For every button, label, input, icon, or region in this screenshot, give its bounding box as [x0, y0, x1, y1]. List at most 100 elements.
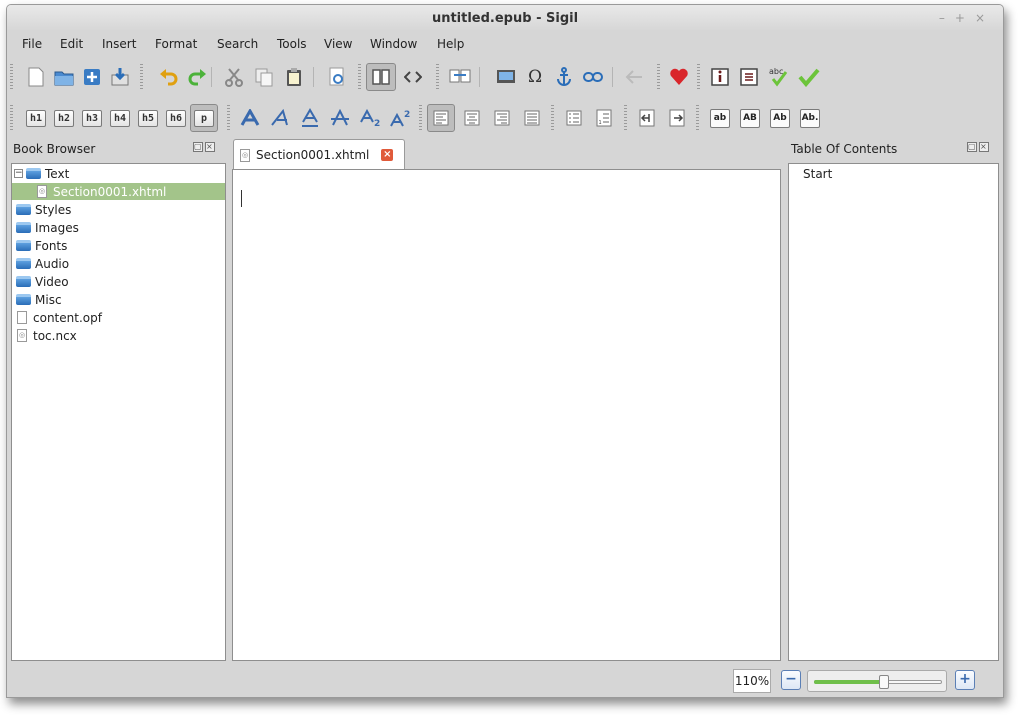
toolbar-grip[interactable]	[551, 105, 554, 131]
toc-editor-icon[interactable]	[736, 64, 762, 90]
paragraph-button[interactable]: p	[190, 104, 218, 132]
svg-text:2: 2	[374, 119, 380, 127]
menu-window[interactable]: Window	[370, 37, 417, 51]
xhtml-file-icon: ◎	[240, 148, 250, 162]
tree-folder-video[interactable]: Video	[12, 273, 225, 290]
donate-heart-icon[interactable]	[666, 64, 692, 90]
collapse-icon[interactable]: −	[14, 169, 23, 178]
lowercase-button[interactable]: ab	[707, 105, 733, 131]
numbered-list-icon[interactable]: 1	[591, 105, 617, 131]
minimize-button[interactable]: –	[939, 11, 955, 25]
superscript-icon[interactable]: 2	[387, 105, 413, 131]
toolbar-grip[interactable]	[419, 105, 422, 131]
split-merge-icon[interactable]	[447, 64, 473, 90]
zoom-slider[interactable]	[807, 670, 947, 692]
menu-edit[interactable]: Edit	[60, 37, 83, 51]
menu-format[interactable]: Format	[155, 37, 197, 51]
align-left-icon[interactable]	[427, 104, 455, 132]
bold-icon[interactable]	[237, 105, 263, 131]
book-view-icon[interactable]	[366, 63, 396, 91]
tree-folder-images[interactable]: Images	[12, 219, 225, 236]
book-view-editor[interactable]	[232, 169, 781, 661]
close-panel-icon[interactable]: ×	[205, 142, 215, 152]
align-center-icon[interactable]	[459, 105, 485, 131]
strikethrough-icon[interactable]	[327, 105, 353, 131]
toolbar-grip[interactable]	[697, 64, 700, 90]
paste-icon[interactable]	[281, 64, 307, 90]
toolbar-grip[interactable]	[624, 105, 627, 131]
maximize-button[interactable]: +	[955, 11, 975, 25]
capitalize-button[interactable]: Ab.	[797, 105, 823, 131]
code-view-icon[interactable]	[400, 64, 426, 90]
tree-file-section0001[interactable]: ◎ Section0001.xhtml	[12, 183, 225, 200]
float-panel-icon[interactable]: ▢	[967, 142, 977, 152]
align-right-icon[interactable]	[489, 105, 515, 131]
new-file-icon[interactable]	[23, 64, 49, 90]
close-window-button[interactable]: ×	[975, 11, 995, 25]
heading-4-button[interactable]: h4	[107, 105, 133, 131]
menu-search[interactable]: Search	[217, 37, 258, 51]
zoom-in-button[interactable]: +	[955, 670, 975, 690]
tree-file-content-opf[interactable]: content.opf	[12, 309, 225, 326]
close-panel-icon[interactable]: ×	[979, 142, 989, 152]
undo-icon[interactable]	[155, 64, 181, 90]
tree-folder-styles[interactable]: Styles	[12, 201, 225, 218]
bullet-list-icon[interactable]	[561, 105, 587, 131]
toolbar-grip[interactable]	[10, 105, 13, 131]
close-tab-icon[interactable]: ×	[381, 149, 394, 161]
toolbar-grip[interactable]	[657, 64, 660, 90]
toolbar-grip[interactable]	[140, 64, 143, 90]
metadata-editor-icon[interactable]	[707, 64, 733, 90]
validate-check-icon[interactable]	[796, 64, 822, 90]
menu-insert[interactable]: Insert	[102, 37, 136, 51]
cut-icon[interactable]	[221, 64, 247, 90]
subscript-icon[interactable]: 2	[357, 105, 383, 131]
tree-folder-text[interactable]: − Text	[12, 165, 225, 182]
zoom-out-button[interactable]: −	[781, 670, 801, 690]
redo-icon[interactable]	[185, 64, 211, 90]
spellcheck-icon[interactable]: abc	[766, 64, 792, 90]
italic-icon[interactable]	[268, 105, 294, 131]
tab-section0001[interactable]: ◎ Section0001.xhtml ×	[233, 139, 405, 170]
insert-link-icon[interactable]	[580, 64, 606, 90]
toolbar-grip[interactable]	[358, 64, 361, 90]
float-panel-icon[interactable]: ▢	[193, 142, 203, 152]
insert-special-character-icon[interactable]: Ω	[522, 64, 548, 90]
tree-folder-misc[interactable]: Misc	[12, 291, 225, 308]
toolbar-grip[interactable]	[436, 64, 439, 90]
toolbar-grip[interactable]	[227, 105, 230, 131]
tree-folder-audio[interactable]: Audio	[12, 255, 225, 272]
zoom-slider-handle[interactable]	[879, 675, 889, 689]
tree-folder-fonts[interactable]: Fonts	[12, 237, 225, 254]
heading-1-button[interactable]: h1	[23, 105, 49, 131]
tree-file-toc-ncx[interactable]: ◎ toc.ncx	[12, 327, 225, 344]
save-icon[interactable]	[107, 64, 133, 90]
heading-2-button[interactable]: h2	[51, 105, 77, 131]
insert-image-icon[interactable]	[493, 64, 519, 90]
open-folder-icon[interactable]	[51, 64, 77, 90]
heading-6-button[interactable]: h6	[163, 105, 189, 131]
svg-text:2: 2	[404, 110, 410, 120]
menu-view[interactable]: View	[324, 37, 352, 51]
uppercase-button[interactable]: AB	[737, 105, 763, 131]
copy-icon[interactable]	[251, 64, 277, 90]
add-file-icon[interactable]	[79, 64, 105, 90]
align-justify-icon[interactable]	[519, 105, 545, 131]
menu-help[interactable]: Help	[437, 37, 464, 51]
underline-icon[interactable]	[297, 105, 323, 131]
menu-file[interactable]: File	[22, 37, 42, 51]
heading-3-button[interactable]: h3	[79, 105, 105, 131]
back-link-icon[interactable]	[621, 64, 647, 90]
format-toolbar: h1 h2 h3 h4 h5 h6 p 2 2 1 ab AB Ab Ab.	[7, 101, 1003, 135]
increase-indent-icon[interactable]	[664, 105, 690, 131]
toolbar-grip[interactable]	[10, 64, 13, 90]
menu-tools[interactable]: Tools	[277, 37, 307, 51]
titlecase-button[interactable]: Ab	[767, 105, 793, 131]
toolbar-grip[interactable]	[696, 105, 699, 131]
toc-item-start[interactable]: Start	[803, 167, 832, 181]
heading-5-button[interactable]: h5	[135, 105, 161, 131]
toc-panel-title: Table Of Contents	[791, 142, 898, 156]
decrease-indent-icon[interactable]	[634, 105, 660, 131]
insert-id-anchor-icon[interactable]	[551, 64, 577, 90]
print-preview-icon[interactable]	[324, 64, 350, 90]
